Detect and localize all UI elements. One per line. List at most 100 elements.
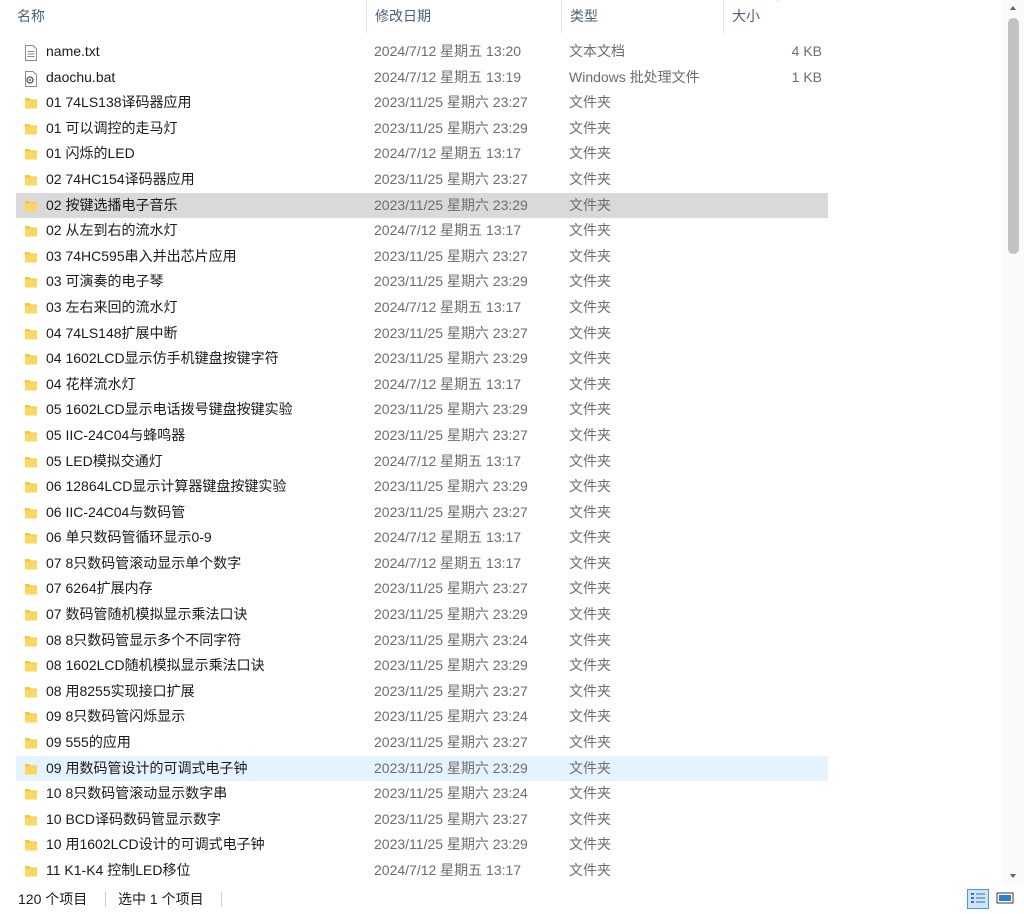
file-type: 文件夹: [569, 810, 611, 827]
file-type: 文件夹: [569, 580, 611, 597]
file-size: 4 KB: [791, 43, 822, 59]
folder-row[interactable]: 09 555的应用 2023/11/25 星期六 23:27 文件夹: [16, 730, 828, 756]
date-modified: 2024/7/12 星期五 13:17: [374, 298, 522, 315]
folder-row[interactable]: 10 用1602LCD设计的可调式电子钟 2023/11/25 星期六 23:29…: [16, 832, 828, 858]
folder-icon: [24, 576, 40, 602]
folder-row[interactable]: 09 8只数码管闪烁显示 2023/11/25 星期六 23:24 文件夹: [16, 704, 828, 730]
folder-row[interactable]: 09 用数码管设计的可调式电子钟 2023/11/25 星期六 23:29 文件夹: [16, 755, 828, 782]
folder-row[interactable]: 06 12864LCD显示计算器键盘按键实验 2023/11/25 星期六 23:…: [16, 474, 828, 500]
file-type: 文件夹: [569, 324, 611, 341]
folder-row[interactable]: 03 74HC595串入并出芯片应用 2023/11/25 星期六 23:27 文件…: [16, 244, 828, 270]
chevron-down-icon[interactable]: [772, 0, 784, 6]
file-name: 10 8只数码管滚动显示数字串: [46, 785, 228, 802]
file-row[interactable]: name.txt 2024/7/12 星期五 13:20 文本文档 4 KB: [16, 39, 828, 65]
status-divider: [105, 892, 106, 907]
column-header-date-modified[interactable]: 修改日期: [367, 0, 562, 33]
folder-row[interactable]: 01 闪烁的LED 2024/7/12 星期五 13:17 文件夹: [16, 141, 828, 167]
folder-icon: [24, 269, 40, 295]
item-count: 120 个项目: [18, 891, 88, 907]
file-type: 文件夹: [569, 836, 611, 853]
folder-row[interactable]: 06 IIC-24C04与数码管 2023/11/25 星期六 23:27 文件夹: [16, 500, 828, 526]
folder-row[interactable]: 01 可以调控的走马灯 2023/11/25 星期六 23:29 文件夹: [16, 116, 828, 142]
date-modified: 2023/11/25 星期六 23:27: [374, 426, 528, 443]
vertical-scrollbar[interactable]: [1002, 0, 1024, 884]
folder-icon: [24, 653, 40, 679]
folder-row[interactable]: 04 1602LCD显示仿手机键盘按键字符 2023/11/25 星期六 23:2…: [16, 346, 828, 372]
file-list: name.txt 2024/7/12 星期五 13:20 文本文档 4 KB daoch…: [16, 39, 828, 884]
file-size: [728, 602, 822, 628]
scrollbar-thumb[interactable]: [1008, 18, 1019, 254]
file-name: name.txt: [46, 43, 100, 59]
scroll-up-arrow-icon[interactable]: [1002, 0, 1024, 16]
column-header-type[interactable]: 类型: [562, 0, 724, 33]
folder-row[interactable]: 05 LED模拟交通灯 2024/7/12 星期五 13:17 文件夹: [16, 449, 828, 475]
large-icons-view-icon[interactable]: [994, 889, 1016, 909]
file-name: 10 BCD译码数码管显示数字: [46, 810, 222, 827]
folder-row[interactable]: 07 8只数码管滚动显示单个数字 2024/7/12 星期五 13:17 文件夹: [16, 551, 828, 577]
folder-icon: [24, 141, 40, 167]
folder-icon: [24, 218, 40, 244]
batch-file-icon: [24, 65, 40, 91]
folder-row[interactable]: 07 数码管随机模拟显示乘法口诀 2023/11/25 星期六 23:29 文件夹: [16, 602, 828, 628]
status-divider: [221, 892, 222, 907]
status-bar: 120 个项目 选中 1 个项目: [0, 884, 1024, 914]
folder-icon: [24, 295, 40, 321]
file-type: 文件夹: [569, 426, 611, 443]
folder-icon: [24, 372, 40, 398]
file-name: 09 8只数码管闪烁显示: [46, 708, 186, 725]
file-name: 07 8只数码管滚动显示单个数字: [46, 554, 242, 571]
file-size: [728, 90, 822, 116]
folder-icon: [24, 90, 40, 116]
folder-row[interactable]: 03 左右来回的流水灯 2024/7/12 星期五 13:17 文件夹: [16, 295, 828, 321]
folder-icon: [24, 449, 40, 475]
folder-row[interactable]: 01 74LS138译码器应用 2023/11/25 星期六 23:27 文件夹: [16, 90, 828, 116]
file-size: [728, 653, 822, 679]
file-size: [728, 704, 822, 730]
file-size: [728, 551, 822, 577]
file-name: 06 12864LCD显示计算器键盘按键实验: [46, 478, 287, 495]
column-header-name[interactable]: 名称: [0, 0, 367, 33]
folder-row[interactable]: 05 IIC-24C04与蜂鸣器 2023/11/25 星期六 23:27 文件夹: [16, 423, 828, 449]
folder-row[interactable]: 05 1602LCD显示电话拨号键盘按键实验 2023/11/25 星期六 23:…: [16, 397, 828, 423]
file-type: 文件夹: [569, 657, 611, 674]
file-type: 文件夹: [569, 734, 611, 751]
file-row[interactable]: daochu.bat 2024/7/12 星期五 13:19 Windows 批处理…: [16, 65, 828, 91]
folder-row[interactable]: 11 K1-K4 控制LED移位 2024/7/12 星期五 13:17 文件夹: [16, 858, 828, 884]
folder-row[interactable]: 10 8只数码管滚动显示数字串 2023/11/25 星期六 23:24 文件夹: [16, 781, 828, 807]
folder-row[interactable]: 03 可演奏的电子琴 2023/11/25 星期六 23:29 文件夹: [16, 269, 828, 295]
file-type: 文件夹: [569, 478, 611, 495]
folder-row[interactable]: 02 按键选播电子音乐 2023/11/25 星期六 23:29 文件夹: [16, 192, 828, 219]
file-type: 文件夹: [569, 401, 611, 418]
details-view-icon[interactable]: [967, 889, 989, 909]
file-type: 文件夹: [569, 708, 611, 725]
scroll-down-arrow-icon[interactable]: [1002, 868, 1024, 884]
folder-row[interactable]: 02 74HC154译码器应用 2023/11/25 星期六 23:27 文件夹: [16, 167, 828, 193]
folder-row[interactable]: 07 6264扩展内存 2023/11/25 星期六 23:27 文件夹: [16, 576, 828, 602]
folder-icon: [24, 756, 40, 782]
file-name: 02 从左到右的流水灯: [46, 222, 178, 239]
folder-row[interactable]: 06 单只数码管循环显示0-9 2024/7/12 星期五 13:17 文件夹: [16, 525, 828, 551]
date-modified: 2024/7/12 星期五 13:17: [374, 862, 522, 878]
file-name: 09 用数码管设计的可调式电子钟: [46, 759, 248, 776]
date-modified: 2024/7/12 星期五 13:17: [374, 145, 522, 162]
file-name: 10 用1602LCD设计的可调式电子钟: [46, 836, 265, 853]
file-name: 05 LED模拟交通灯: [46, 452, 163, 469]
file-type: 文件夹: [569, 606, 611, 623]
file-type: 文件夹: [569, 222, 611, 239]
file-size: [728, 218, 822, 244]
folder-row[interactable]: 02 从左到右的流水灯 2024/7/12 星期五 13:17 文件夹: [16, 218, 828, 244]
folder-row[interactable]: 08 8只数码管显示多个不同字符 2023/11/25 星期六 23:24 文件夹: [16, 628, 828, 654]
date-modified: 2023/11/25 星期六 23:27: [374, 170, 528, 187]
folder-row[interactable]: 08 用8255实现接口扩展 2023/11/25 星期六 23:27 文件夹: [16, 679, 828, 705]
folder-row[interactable]: 04 花样流水灯 2024/7/12 星期五 13:17 文件夹: [16, 372, 828, 398]
file-name: 06 单只数码管循环显示0-9: [46, 529, 212, 546]
folder-row[interactable]: 08 1602LCD随机模拟显示乘法口诀 2023/11/25 星期六 23:29…: [16, 653, 828, 679]
file-type: 文本文档: [569, 43, 625, 59]
folder-row[interactable]: 10 BCD译码数码管显示数字 2023/11/25 星期六 23:27 文件夹: [16, 807, 828, 833]
file-size: [728, 167, 822, 193]
file-name: 08 用8255实现接口扩展: [46, 682, 195, 699]
date-modified: 2024/7/12 星期五 13:17: [374, 554, 522, 571]
folder-row[interactable]: 04 74LS148扩展中断 2023/11/25 星期六 23:27 文件夹: [16, 321, 828, 347]
file-name: 04 74LS148扩展中断: [46, 324, 178, 341]
date-modified: 2024/7/12 星期五 13:17: [374, 529, 522, 546]
